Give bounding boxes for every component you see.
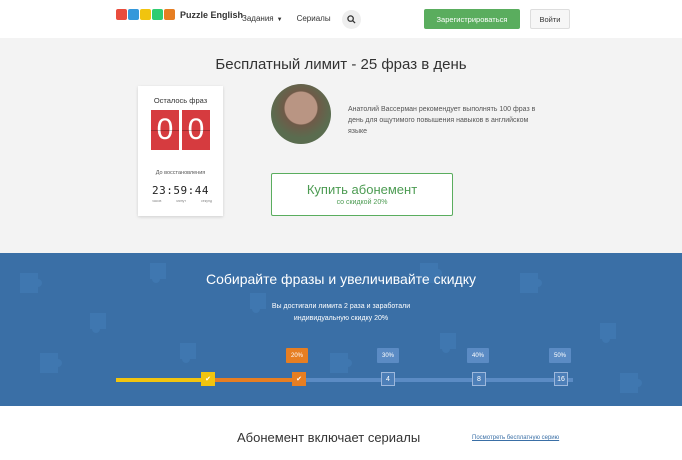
milestone-badge: 20%: [286, 348, 309, 363]
logo-text: Puzzle English: [180, 9, 244, 20]
milestone-node: 4: [381, 372, 395, 386]
register-button[interactable]: Зарегистрироваться: [424, 9, 520, 29]
recommendation-quote: Анатолий Вассерман рекомендует выполнять…: [348, 106, 536, 135]
counter-digit: 0: [182, 110, 210, 150]
counter-card: Осталось фраз 0 0 До восстановления 23:5…: [138, 86, 223, 216]
search-icon: [347, 15, 356, 24]
milestone-node: ✔: [292, 372, 306, 386]
discount-text-line: Вы достигали лимита 2 раза и заработали: [271, 303, 411, 310]
timer-unit-hours: часов: [152, 199, 162, 203]
buy-subscription-button[interactable]: Купить абонемент со скидкой 20%: [271, 173, 453, 216]
counter-label: Осталось фраз: [153, 96, 208, 105]
check-icon: ✔: [205, 376, 211, 383]
limit-title: Бесплатный лимит - 25 фраз в день: [215, 56, 467, 73]
discount-text: Вы достигали лимита 2 раза и заработали …: [0, 301, 682, 325]
logo[interactable]: Puzzle English: [116, 9, 243, 20]
check-icon: ✔: [296, 376, 302, 383]
milestone-badge: 40%: [467, 348, 490, 363]
discount-section: Собирайте фразы и увеличивайте скидку Вы…: [0, 253, 682, 406]
caret-down-icon: ▼: [276, 17, 283, 23]
nav-tasks-label: Задания: [242, 14, 274, 23]
avatar: [271, 84, 331, 144]
main-nav: Задания ▼ Сериалы: [242, 14, 331, 23]
free-episode-link[interactable]: Посмотреть бесплатную серию: [472, 435, 559, 441]
milestone-badge: 50%: [549, 348, 572, 363]
login-button[interactable]: Войти: [530, 9, 570, 29]
timer-units: часов минут секунд: [152, 199, 212, 203]
reset-label: До восстановления: [155, 170, 206, 176]
wave-divider: [0, 400, 682, 405]
milestone-node: 8: [472, 372, 486, 386]
buy-button-sublabel: со скидкой 20%: [336, 199, 388, 206]
nav-tasks[interactable]: Задания ▼: [242, 14, 283, 23]
header: Puzzle English Задания ▼ Сериалы Зарегист…: [0, 0, 682, 38]
timer-unit-minutes: минут: [176, 199, 187, 203]
series-section-title: Абонемент включает сериалы: [237, 430, 421, 445]
counter-digit: 0: [151, 110, 179, 150]
puzzle-logo-icon: [116, 9, 176, 20]
countdown-timer: 23:59:44: [152, 184, 209, 197]
search-button[interactable]: [342, 10, 361, 29]
buy-button-label: Купить абонемент: [306, 182, 418, 197]
free-limit-section: Бесплатный лимит - 25 фраз в день Остало…: [0, 38, 682, 253]
discount-text-line: индивидуальную скидку 20%: [293, 315, 389, 322]
nav-series[interactable]: Сериалы: [297, 14, 331, 23]
progress-fill: [211, 378, 299, 382]
progress-fill: [116, 378, 211, 382]
milestone-badge: 30%: [377, 348, 400, 363]
milestone-node: 16: [554, 372, 568, 386]
milestone-node: ✔: [201, 372, 215, 386]
discount-title: Собирайте фразы и увеличивайте скидку: [206, 271, 476, 287]
timer-unit-seconds: секунд: [201, 199, 212, 203]
phrases-left-counter: 0 0: [151, 110, 210, 150]
